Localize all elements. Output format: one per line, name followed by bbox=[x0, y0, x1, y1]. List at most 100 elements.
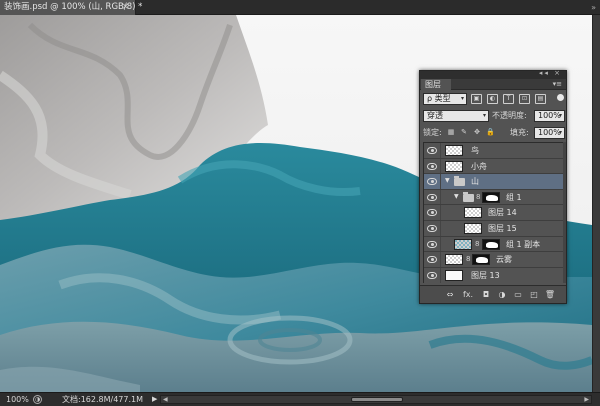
expand-triangle-icon[interactable]: ▼ bbox=[454, 193, 459, 200]
fill-field[interactable]: 100% ▾ bbox=[534, 127, 565, 139]
layer-name: 图层 15 bbox=[488, 223, 517, 233]
layer-name: 云雾 bbox=[496, 255, 512, 265]
folder-icon bbox=[463, 191, 474, 202]
type-filter-icon[interactable]: T bbox=[503, 94, 514, 104]
vertical-scrollbar[interactable] bbox=[592, 15, 600, 392]
layers-panel: ◂◂ × 图层 ▾≡ ρ 类型 ▾ ▣ ◐ T ⊡ ▤ 穿透 ▾ 不透明度: 100% … bbox=[419, 69, 567, 304]
layer-name: 图层 13 bbox=[471, 270, 500, 280]
layer-row[interactable]: 8 组 1 副本 bbox=[424, 236, 565, 253]
layer-style-button[interactable]: fx. bbox=[462, 289, 474, 300]
fill-label: 填充: bbox=[510, 128, 529, 137]
link-icon[interactable]: 8 bbox=[476, 193, 480, 201]
eye-icon[interactable] bbox=[427, 162, 437, 170]
eye-icon[interactable] bbox=[427, 224, 437, 232]
layer-row[interactable]: 图层 13 bbox=[424, 267, 565, 284]
eye-icon[interactable] bbox=[427, 209, 437, 217]
layer-row[interactable]: 小舟 bbox=[424, 158, 565, 175]
opacity-label: 不透明度: bbox=[492, 111, 527, 120]
filter-kind-dropdown[interactable]: ρ 类型 ▾ bbox=[423, 93, 467, 105]
lock-transparent-icon[interactable]: ▦ bbox=[447, 128, 455, 137]
adjustment-filter-icon[interactable]: ◐ bbox=[487, 94, 498, 104]
link-icon[interactable]: 8 bbox=[475, 240, 479, 248]
chevron-down-icon: ▾ bbox=[460, 95, 464, 102]
layer-thumbnail bbox=[445, 160, 463, 172]
layer-row[interactable]: 图层 15 bbox=[424, 220, 565, 237]
scroll-left-icon[interactable]: ◀ bbox=[163, 396, 168, 403]
document-info: 文档:162.8M/477.1M bbox=[62, 395, 143, 404]
blend-mode-dropdown[interactable]: 穿透 ▾ bbox=[423, 110, 489, 122]
layer-name: 组 1 副本 bbox=[506, 239, 541, 249]
layer-name: 图层 14 bbox=[488, 208, 517, 218]
collapse-panel-icon[interactable]: ◂◂ bbox=[539, 69, 550, 77]
panel-header-bar: ◂◂ × bbox=[420, 69, 566, 79]
link-layers-button[interactable]: ⇔ bbox=[444, 289, 456, 300]
layer-row[interactable]: 图层 14 bbox=[424, 205, 565, 221]
layer-thumbnail bbox=[454, 238, 472, 250]
layer-row[interactable]: ▼ 8 组 1 bbox=[424, 189, 565, 206]
zoom-level[interactable]: 100% bbox=[6, 393, 29, 406]
smart-object-filter-icon[interactable]: ▤ bbox=[535, 94, 546, 104]
status-info-icon[interactable]: ◑ bbox=[33, 395, 42, 404]
layer-name: 山 bbox=[471, 177, 479, 187]
blend-row: 穿透 ▾ 不透明度: 100% ▾ bbox=[423, 109, 565, 123]
adjustment-layer-button[interactable]: ◑ bbox=[496, 289, 508, 300]
layer-row-selected[interactable]: ▼ 山 bbox=[424, 174, 565, 190]
pixel-filter-icon[interactable]: ▣ bbox=[471, 94, 482, 104]
shape-filter-icon[interactable]: ⊡ bbox=[519, 94, 530, 104]
tab-layers[interactable]: 图层 bbox=[421, 79, 451, 90]
folder-icon bbox=[454, 176, 465, 187]
new-layer-button[interactable]: ◰ bbox=[528, 289, 540, 300]
layer-row[interactable]: 鸟 bbox=[424, 143, 565, 159]
document-tab-bar: 装饰画.psd @ 100% (山, RGB/8) * × » bbox=[0, 0, 600, 15]
expand-triangle-icon[interactable]: ▼ bbox=[445, 177, 450, 184]
layer-thumbnail bbox=[445, 254, 463, 266]
filter-toggle[interactable] bbox=[557, 94, 564, 101]
scrollbar-thumb[interactable] bbox=[351, 397, 403, 402]
panel-menu-icon[interactable]: ▾≡ bbox=[553, 79, 562, 90]
mask-thumbnail bbox=[482, 238, 500, 250]
layer-thumbnail bbox=[445, 145, 463, 156]
link-icon[interactable]: 8 bbox=[466, 255, 470, 263]
lock-image-icon[interactable]: ✎ bbox=[460, 128, 468, 137]
eye-icon[interactable] bbox=[427, 147, 437, 154]
eye-icon[interactable] bbox=[427, 256, 437, 264]
eye-icon[interactable] bbox=[427, 271, 437, 279]
filter-kind-value: ρ 类型 bbox=[427, 94, 451, 103]
scroll-right-icon[interactable]: ▶ bbox=[584, 396, 589, 403]
fill-value: 100% bbox=[538, 128, 561, 137]
panel-tab-row: 图层 ▾≡ bbox=[420, 79, 566, 90]
status-bar: 100% ◑ 文档:162.8M/477.1M ▶ ◀ ▶ bbox=[0, 392, 600, 406]
chevron-down-icon: ▾ bbox=[558, 112, 562, 119]
layers-scrollbar[interactable] bbox=[563, 142, 566, 283]
layer-thumbnail bbox=[464, 222, 482, 234]
add-mask-button[interactable]: ◘ bbox=[480, 289, 492, 300]
opacity-field[interactable]: 100% ▾ bbox=[534, 110, 565, 122]
layer-name: 鸟 bbox=[471, 146, 479, 155]
layer-thumbnail bbox=[464, 207, 482, 219]
document-tab[interactable]: 装饰画.psd @ 100% (山, RGB/8) * × bbox=[0, 0, 142, 15]
layer-name: 组 1 bbox=[506, 192, 522, 202]
layer-filter-row: ρ 类型 ▾ ▣ ◐ T ⊡ ▤ bbox=[423, 92, 565, 106]
eye-icon[interactable] bbox=[427, 178, 437, 186]
opacity-value: 100% bbox=[538, 111, 561, 120]
close-tab-icon[interactable]: × bbox=[122, 0, 129, 15]
layer-thumbnail bbox=[445, 269, 463, 281]
layers-list: 鸟 小舟 ▼ 山 ▼ 8 组 1 图层 14 图层 15 8 组 1 副本 8 … bbox=[423, 142, 565, 284]
lock-row: 锁定: ▦ ✎ ✥ 🔒 填充: 100% ▾ bbox=[423, 126, 565, 140]
more-tabs-icon[interactable]: » bbox=[591, 0, 596, 15]
mask-thumbnail bbox=[472, 254, 490, 266]
lock-all-icon[interactable]: 🔒 bbox=[486, 128, 495, 137]
horizontal-scrollbar[interactable]: ◀ ▶ bbox=[160, 395, 592, 404]
close-panel-icon[interactable]: × bbox=[554, 69, 562, 77]
lock-position-icon[interactable]: ✥ bbox=[473, 128, 481, 137]
chevron-down-icon: ▾ bbox=[558, 129, 562, 136]
eye-icon[interactable] bbox=[427, 193, 437, 201]
new-group-button[interactable]: ▭ bbox=[512, 289, 524, 300]
lock-icons: ▦ ✎ ✥ 🔒 bbox=[447, 127, 499, 137]
eye-icon[interactable] bbox=[427, 240, 437, 248]
layer-name: 小舟 bbox=[471, 161, 487, 171]
delete-layer-button[interactable]: 🗑 bbox=[544, 289, 556, 300]
status-menu-arrow-icon[interactable]: ▶ bbox=[152, 393, 157, 406]
layer-row[interactable]: 8 云雾 bbox=[424, 252, 565, 268]
filter-icons: ▣ ◐ T ⊡ ▤ bbox=[471, 93, 551, 104]
